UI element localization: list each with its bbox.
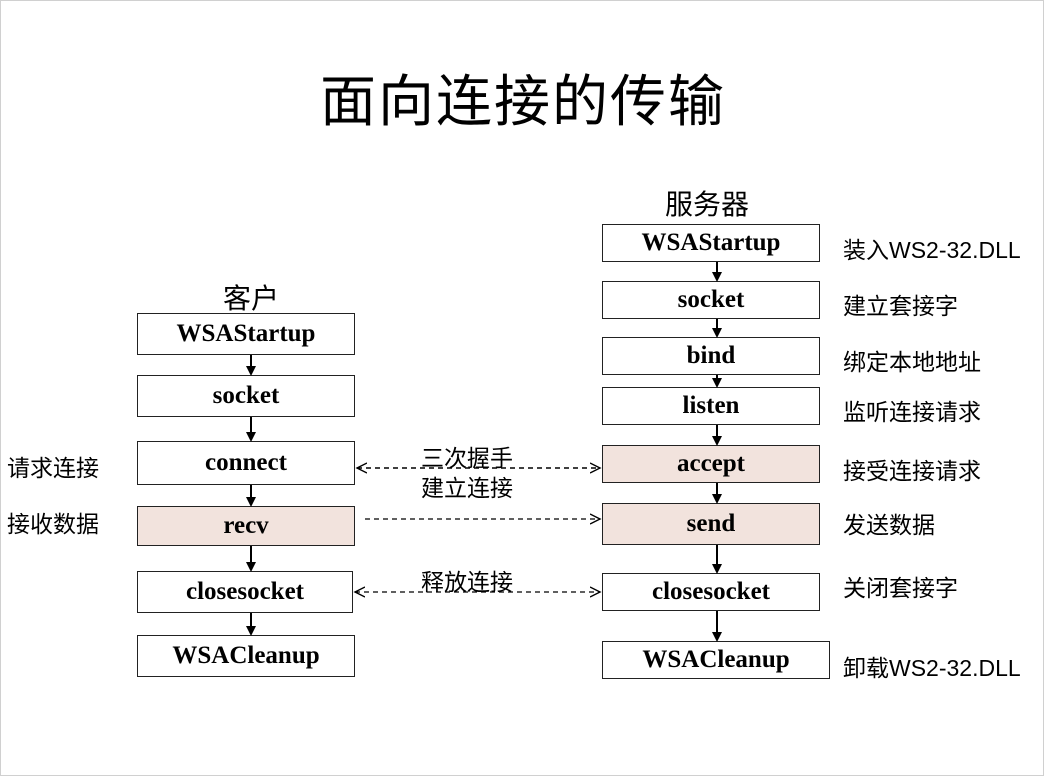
slide: 面向连接的传输 客户 WSAStartup socket connect rec… [0,0,1044,776]
flow-arrows [246,262,722,642]
